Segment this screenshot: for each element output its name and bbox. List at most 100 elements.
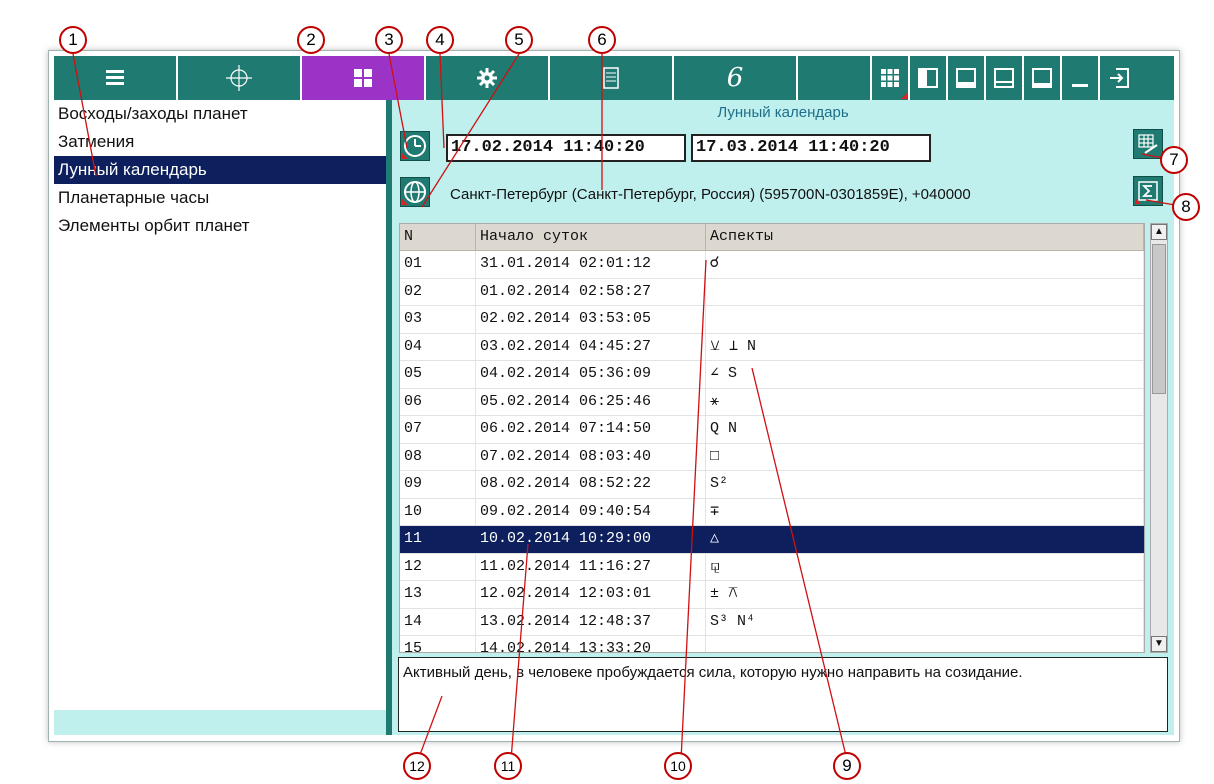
cell-aspects: ⚺ ⊥ N [706,333,1144,360]
table-row[interactable]: 05 04.02.2014 05:36:09 ∠ S [400,361,1144,389]
callout-7: 7 [1160,146,1188,174]
gear-icon [477,68,497,88]
cell-day-start: 11.02.2014 11:16:27 [476,553,706,580]
exit-icon [1110,68,1129,88]
table-row[interactable]: 11 10.02.2014 10:29:00 △ [400,526,1144,554]
cell-day-start: 02.02.2014 03:53:05 [476,306,706,333]
sidebar-item-planetary-hours[interactable]: Планетарные часы [54,184,386,212]
date-to-field[interactable]: 17.03.2014 11:40:20 [691,134,931,162]
main-toolbar: 6 [54,56,1174,100]
grid-layout-icon [881,69,899,87]
cell-n: 01 [400,251,476,278]
layout-bottom-button[interactable] [948,56,986,100]
cell-day-start: 04.02.2014 05:36:09 [476,361,706,388]
tab-document[interactable] [550,56,674,100]
cell-day-start: 03.02.2014 04:45:27 [476,333,706,360]
table-body: 01 31.01.2014 02:01:12 ☌ 02 01.02.2014 02:58… [400,251,1144,652]
table-row[interactable]: 09 08.02.2014 08:52:22 S² [400,471,1144,499]
table-row[interactable]: 02 01.02.2014 02:58:27 [400,278,1144,306]
table-row[interactable]: 06 05.02.2014 06:25:46 ⚹ [400,388,1144,416]
table-row[interactable]: 15 14.02.2014 13:33:20 [400,636,1144,652]
cell-n: 08 [400,443,476,470]
tab-chart[interactable] [178,56,302,100]
tab-list[interactable] [54,56,178,100]
table-row[interactable]: 01 31.01.2014 02:01:12 ☌ [400,251,1144,279]
table-row[interactable]: 08 07.02.2014 08:03:40 □ [400,443,1144,471]
cell-aspects: ± ⚻ [706,581,1144,608]
cell-aspects: ∓ [706,498,1144,525]
panel-bottom-icon [956,68,976,88]
table-row[interactable]: 14 13.02.2014 12:48:37 S³ N⁴ [400,608,1144,636]
cell-aspects: △ [706,526,1144,553]
callout-6: 6 [588,26,616,54]
callout-1: 1 [59,26,87,54]
cell-n: 07 [400,416,476,443]
sidebar-item-eclipses[interactable]: Затмения [54,128,386,156]
cell-n: 04 [400,333,476,360]
callout-10: 10 [664,752,692,780]
layout-left-button[interactable] [910,56,948,100]
column-header-day-start[interactable]: Начало суток [476,224,706,250]
callout-3: 3 [375,26,403,54]
scroll-thumb[interactable] [1152,244,1166,394]
cell-n: 06 [400,388,476,415]
cell-aspects: ⚹ [706,388,1144,415]
cell-day-start: 13.02.2014 12:48:37 [476,608,706,635]
cell-aspects: ⚼ [706,553,1144,580]
day-description: Активный день, в человеке пробуждается с… [398,657,1168,732]
cell-n: 05 [400,361,476,388]
column-header-n[interactable]: N [400,224,476,250]
cell-day-start: 10.02.2014 10:29:00 [476,526,706,553]
column-header-aspects[interactable]: Аспекты [706,224,1144,250]
tab-settings[interactable] [426,56,550,100]
table-row[interactable]: 04 03.02.2014 04:45:27 ⚺ ⊥ N [400,333,1144,361]
table-row[interactable]: 07 06.02.2014 07:14:50 Q N [400,416,1144,444]
export-table-button[interactable] [1133,129,1163,159]
cell-aspects: S² [706,471,1144,498]
scroll-down-button[interactable]: ▼ [1151,636,1167,652]
layout-bottom-alt-button[interactable] [986,56,1024,100]
menu-indicator [402,199,408,205]
cell-day-start: 14.02.2014 13:33:20 [476,636,706,652]
grid-icon [354,69,372,87]
scroll-up-button[interactable]: ▲ [1151,224,1167,240]
sum-button[interactable] [1133,176,1163,206]
layout-window-button[interactable] [1024,56,1062,100]
minimize-button[interactable] [1062,56,1100,100]
crosshair-icon [226,65,252,91]
sidebar-item-lunar-calendar[interactable]: Лунный календарь [54,156,386,184]
cell-day-start: 05.02.2014 06:25:46 [476,388,706,415]
cell-n: 14 [400,608,476,635]
date-from-field[interactable]: 17.02.2014 11:40:20 [446,134,686,162]
table-scrollbar[interactable]: ▲ ▼ [1150,223,1168,653]
cell-day-start: 31.01.2014 02:01:12 [476,251,706,278]
cell-aspects: ∠ S [706,361,1144,388]
exit-button[interactable] [1100,56,1138,100]
panel-left-icon [918,68,938,88]
callout-12: 12 [403,752,431,780]
cell-day-start: 08.02.2014 08:52:22 [476,471,706,498]
cell-aspects: □ [706,443,1144,470]
cell-aspects [706,278,1144,305]
sidebar-item-sunrise[interactable]: Восходы/заходы планет [54,100,386,128]
cell-aspects: Q N [706,416,1144,443]
cell-n: 09 [400,471,476,498]
cell-day-start: 06.02.2014 07:14:50 [476,416,706,443]
tab-logo[interactable]: 6 [674,56,798,100]
table-row[interactable]: 13 12.02.2014 12:03:01 ± ⚻ [400,581,1144,609]
table-row[interactable]: 03 02.02.2014 03:53:05 [400,306,1144,334]
toolbar-spacer [798,56,872,100]
location-button[interactable] [400,177,430,207]
panel-window-icon [1032,68,1052,88]
cell-n: 02 [400,278,476,305]
table-row[interactable]: 12 11.02.2014 11:16:27 ⚼ [400,553,1144,581]
callout-8: 8 [1172,193,1200,221]
list-icon [106,70,124,85]
table-row[interactable]: 10 09.02.2014 09:40:54 ∓ [400,498,1144,526]
cell-n: 13 [400,581,476,608]
layout-grid-button[interactable] [872,56,910,100]
tab-tables[interactable] [302,56,426,100]
time-button[interactable] [400,131,430,161]
logo-icon: 6 [726,63,744,93]
sidebar-item-orbit-elements[interactable]: Элементы орбит планет [54,212,386,240]
